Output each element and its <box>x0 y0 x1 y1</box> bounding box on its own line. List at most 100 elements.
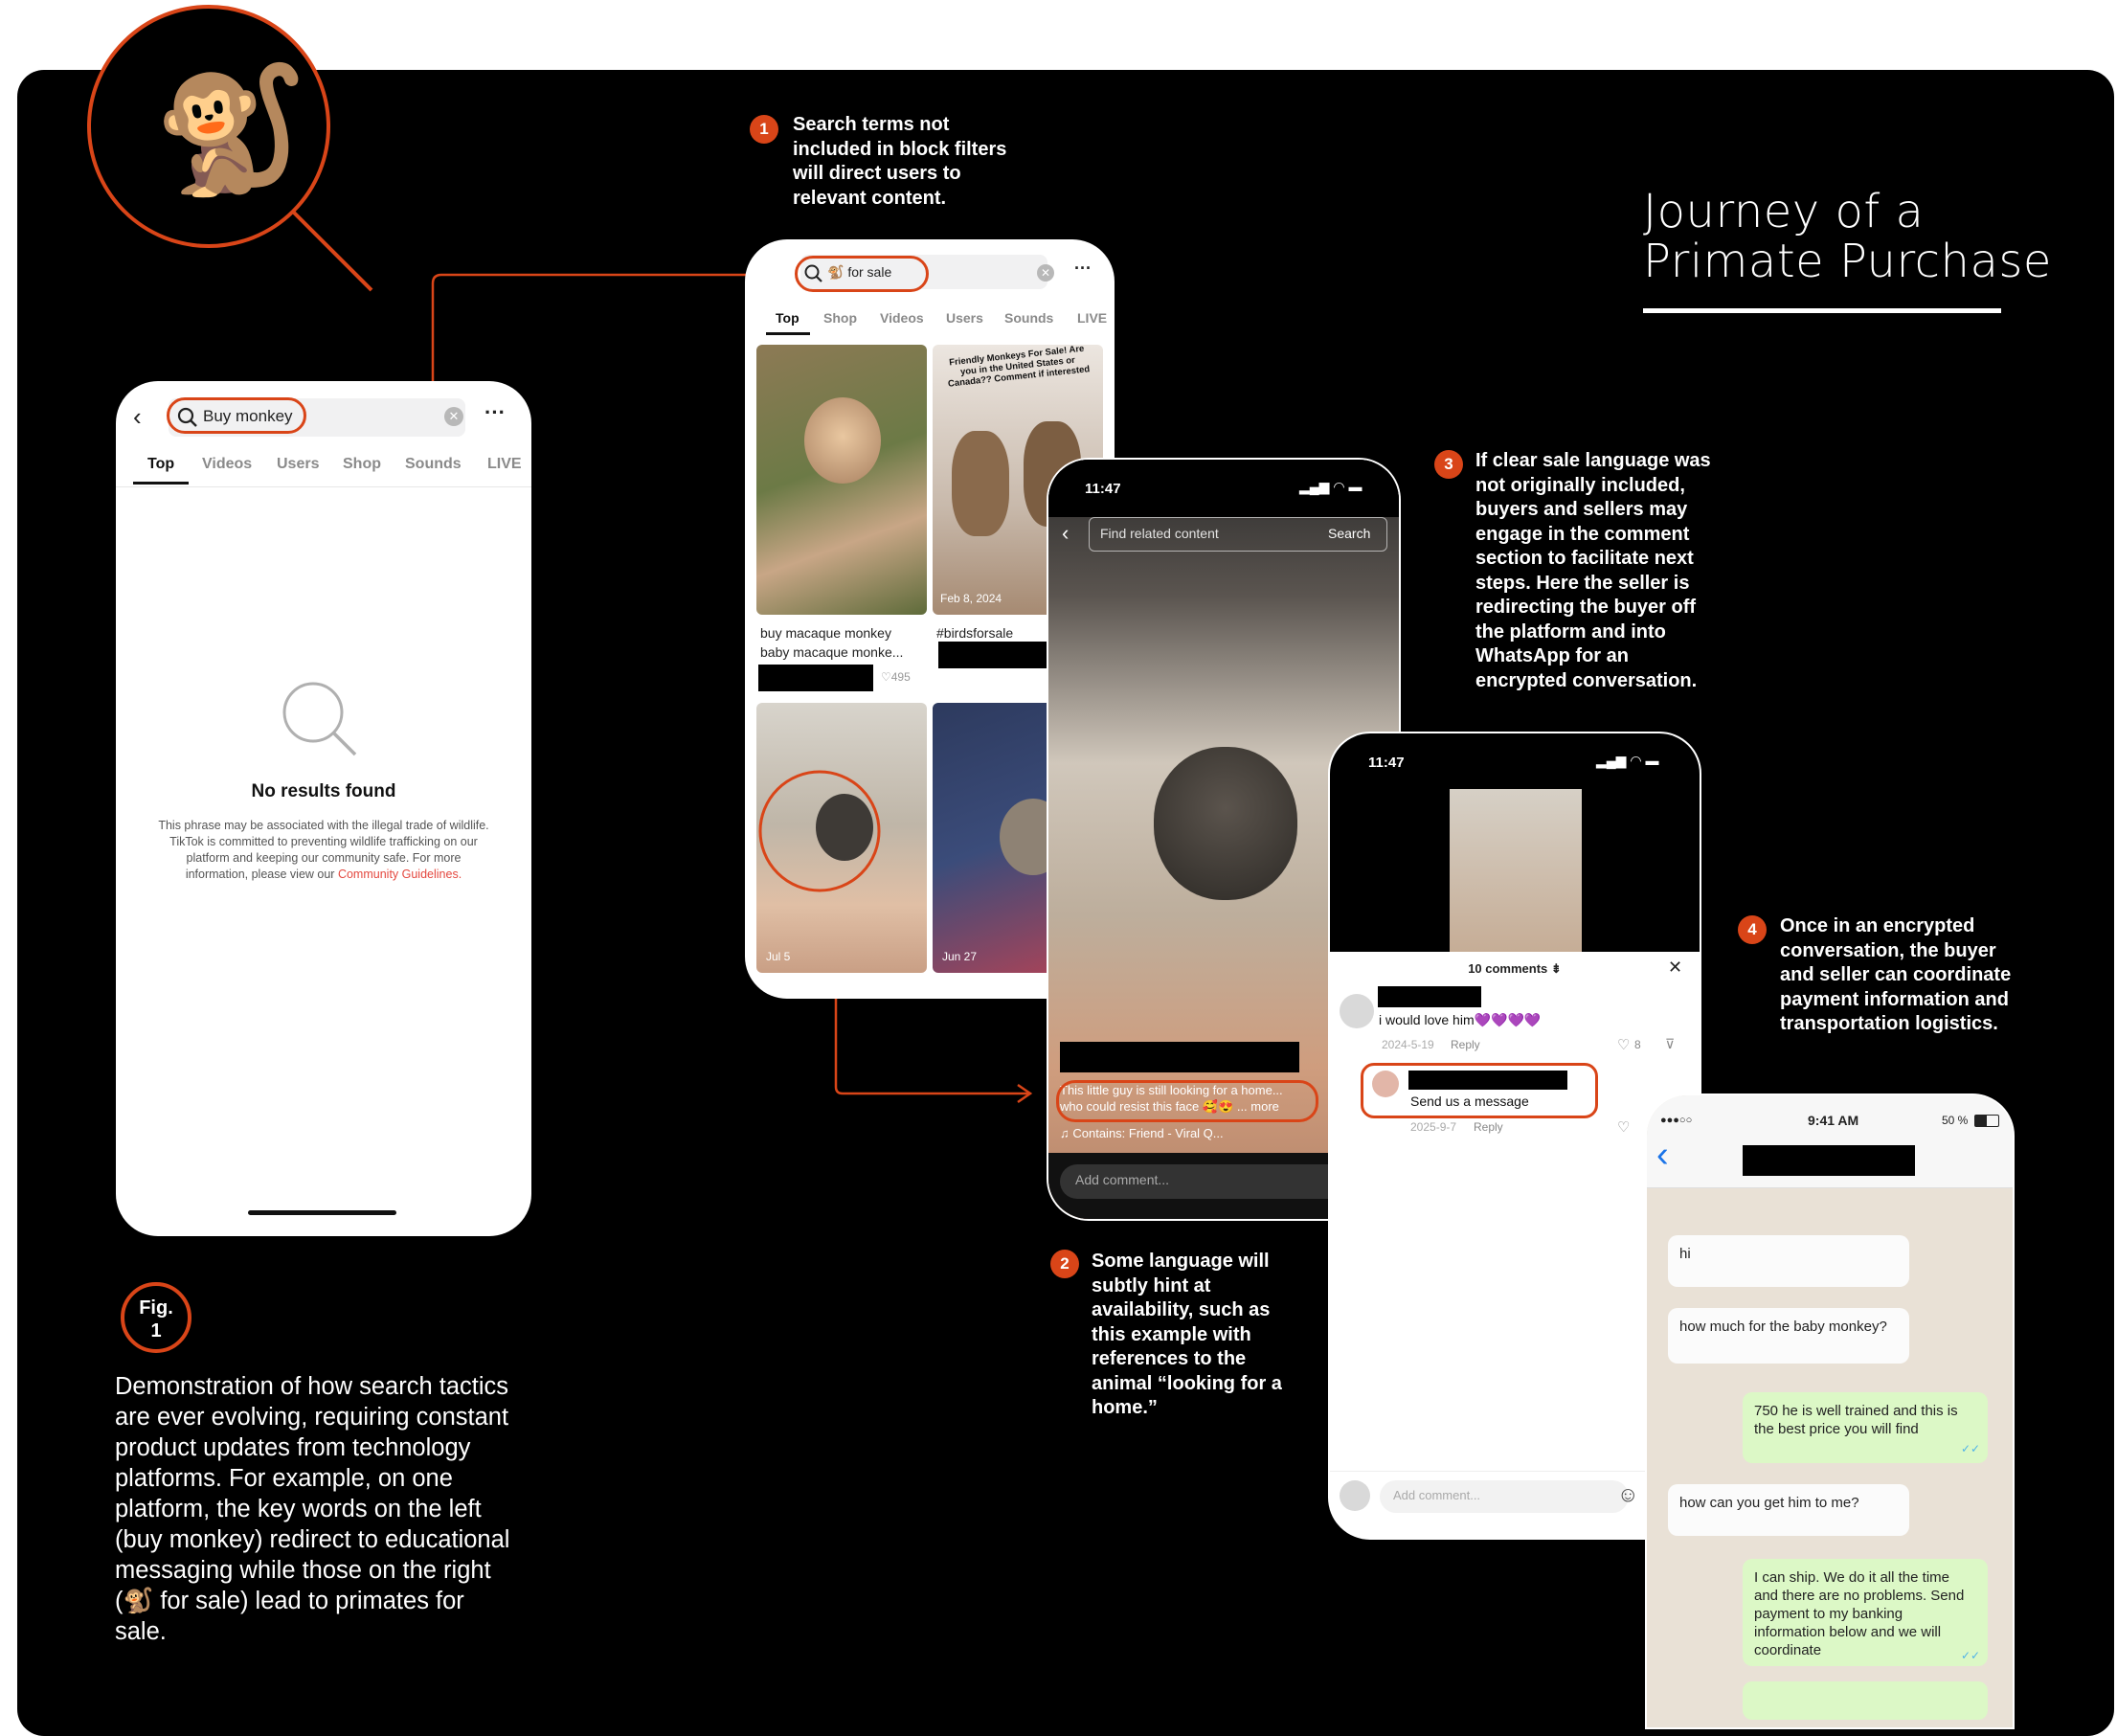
active-tab-indicator <box>766 332 810 335</box>
tab-top[interactable]: Top <box>147 456 174 473</box>
active-tab-indicator <box>133 482 189 485</box>
read-receipt-icon: ✓✓ <box>1961 1442 1981 1455</box>
comment1-date: 2024-5-19 <box>1382 1038 1434 1051</box>
tab-top[interactable]: Top <box>776 310 800 326</box>
carrier-signal: ●●●○○ <box>1660 1115 1693 1126</box>
monkey-face-image <box>804 397 881 484</box>
avatar[interactable] <box>1372 1071 1399 1097</box>
message-incoming: how much for the baby monkey? <box>1668 1308 1909 1364</box>
status-time: 11:47 <box>1368 755 1405 771</box>
home-indicator <box>248 1210 396 1215</box>
comments-header: 10 comments ⇟ <box>1468 961 1562 976</box>
magnifier-empty-icon <box>282 682 357 756</box>
dislike-icon[interactable]: ⊽ <box>1665 1036 1675 1052</box>
redacted-username <box>1378 986 1481 1007</box>
battery-icon <box>1974 1115 1999 1127</box>
back-arrow-icon[interactable]: ‹ <box>1062 521 1069 546</box>
phone-whatsapp: ●●●○○ 9:41 AM 50 % ‹ hi how much for the… <box>1645 1093 2015 1729</box>
avatar[interactable] <box>1340 994 1374 1028</box>
message-outgoing <box>1743 1681 1988 1720</box>
phone-blocked-search: ‹ Buy monkey ✕ ··· Top Videos Users Shop… <box>116 381 531 1236</box>
step-1-text: Search terms not included in block filte… <box>793 114 1007 209</box>
sound-label[interactable]: ♫ Contains: Friend - Viral Q... <box>1060 1126 1224 1140</box>
heart-icon[interactable]: ♡ <box>1617 1118 1630 1136</box>
more-icon[interactable]: ··· <box>484 400 506 425</box>
comment2-date: 2025-9-7 <box>1410 1120 1457 1134</box>
step-4-badge: 4 <box>1738 915 1767 944</box>
tab-videos[interactable]: Videos <box>202 456 252 473</box>
tab-users[interactable]: Users <box>946 310 983 326</box>
comment2-reply[interactable]: Reply <box>1474 1120 1503 1134</box>
card2-caption: #birdsforsale <box>936 625 1014 641</box>
step-1-badge: 1 <box>750 115 778 144</box>
marmoset-image <box>1154 747 1297 900</box>
add-comment-placeholder: Add comment... <box>1393 1488 1481 1502</box>
back-arrow-icon[interactable]: ‹ <box>1656 1136 1669 1174</box>
message-incoming: hi <box>1668 1235 1909 1287</box>
more-icon[interactable]: ··· <box>1074 259 1092 279</box>
step-2-badge: 2 <box>1050 1250 1079 1278</box>
no-results-title: No results found <box>251 781 396 801</box>
monkey-image <box>952 431 1009 536</box>
redacted-contact-name <box>1743 1145 1915 1176</box>
step-3-text: If clear sale language was not originall… <box>1475 450 1711 691</box>
tab-videos[interactable]: Videos <box>880 310 924 326</box>
battery-level: 50 % <box>1942 1114 1969 1127</box>
card1-caption-line1: buy macaque monkey <box>760 625 891 641</box>
step-3-badge: 3 <box>1434 450 1463 479</box>
comment2-text: Send us a message <box>1410 1093 1529 1109</box>
emoji-icon[interactable]: ☺ <box>1617 1482 1638 1507</box>
back-arrow-icon[interactable]: ‹ <box>133 402 142 432</box>
sale-overlay-text: Friendly Monkeys For Sale! Are you in th… <box>947 345 1091 390</box>
clear-icon[interactable]: ✕ <box>1037 264 1054 282</box>
clear-icon[interactable]: ✕ <box>444 407 463 426</box>
tab-shop[interactable]: Shop <box>823 310 857 326</box>
comment1-reply[interactable]: Reply <box>1451 1038 1480 1051</box>
card1-likes: ♡495 <box>881 670 911 684</box>
tab-shop[interactable]: Shop <box>343 456 381 473</box>
community-guidelines-link[interactable]: Community Guidelines. <box>338 868 462 881</box>
figure-label: Fig. 1 <box>121 1282 191 1353</box>
avatar <box>1340 1480 1370 1511</box>
read-receipt-icon: ✓✓ <box>1961 1649 1981 1662</box>
search-input[interactable]: 🐒 for sale <box>827 264 891 281</box>
status-time: 11:47 <box>1085 481 1121 497</box>
card1-caption-line2: baby macaque monke... <box>760 644 904 660</box>
message-outgoing: I can ship. We do it all the time and th… <box>1743 1559 1988 1666</box>
redacted-username <box>1060 1042 1299 1072</box>
search-icon <box>177 407 197 427</box>
video-thumbnail <box>1450 789 1582 952</box>
message-incoming: how can you get him to me? <box>1668 1484 1909 1536</box>
redacted-username <box>1408 1071 1567 1090</box>
search-button[interactable]: Search <box>1328 526 1370 541</box>
status-icons: ▂▄▆ ◠ ▬ <box>1299 479 1363 494</box>
tab-sounds[interactable]: Sounds <box>405 456 462 473</box>
video-thumbnail-macaque[interactable] <box>756 345 927 615</box>
comment1-text: i would love him💜💜💜💜 <box>1379 1012 1542 1027</box>
tab-users[interactable]: Users <box>277 456 319 473</box>
comment1-likes: 8 <box>1634 1038 1641 1051</box>
search-icon <box>804 264 822 282</box>
redacted-username <box>758 665 873 691</box>
highlight-circle <box>758 770 881 892</box>
no-results-message: This phrase may be associated with the i… <box>158 819 489 881</box>
card4-date: Jun 27 <box>942 950 978 963</box>
step-2-text: Some language will subtly hint at availa… <box>1092 1251 1282 1418</box>
tab-sounds[interactable]: Sounds <box>1004 310 1053 326</box>
add-comment-placeholder: Add comment... <box>1075 1172 1170 1187</box>
card2-date: Feb 8, 2024 <box>940 592 1002 605</box>
figure-caption: Demonstration of how search tactics are … <box>115 1373 510 1645</box>
caption-highlight <box>1056 1080 1318 1122</box>
close-icon[interactable]: ✕ <box>1668 958 1682 978</box>
card3-date: Jul 5 <box>766 950 791 963</box>
step-4-text: Once in an encrypted conversation, the b… <box>1780 915 2012 1034</box>
tab-live[interactable]: LIVE <box>1077 310 1107 326</box>
heart-icon[interactable]: ♡ <box>1617 1036 1630 1053</box>
status-icons: ▂▄▆ ◠ ▬ <box>1596 753 1659 768</box>
redacted-username <box>938 642 1053 668</box>
status-time: 9:41 AM <box>1808 1113 1859 1128</box>
message-outgoing: 750 he is well trained and this is the b… <box>1743 1392 1988 1463</box>
tab-live[interactable]: LIVE <box>487 456 522 473</box>
search-input[interactable]: Find related content <box>1100 526 1219 541</box>
search-input[interactable]: Buy monkey <box>203 407 293 426</box>
